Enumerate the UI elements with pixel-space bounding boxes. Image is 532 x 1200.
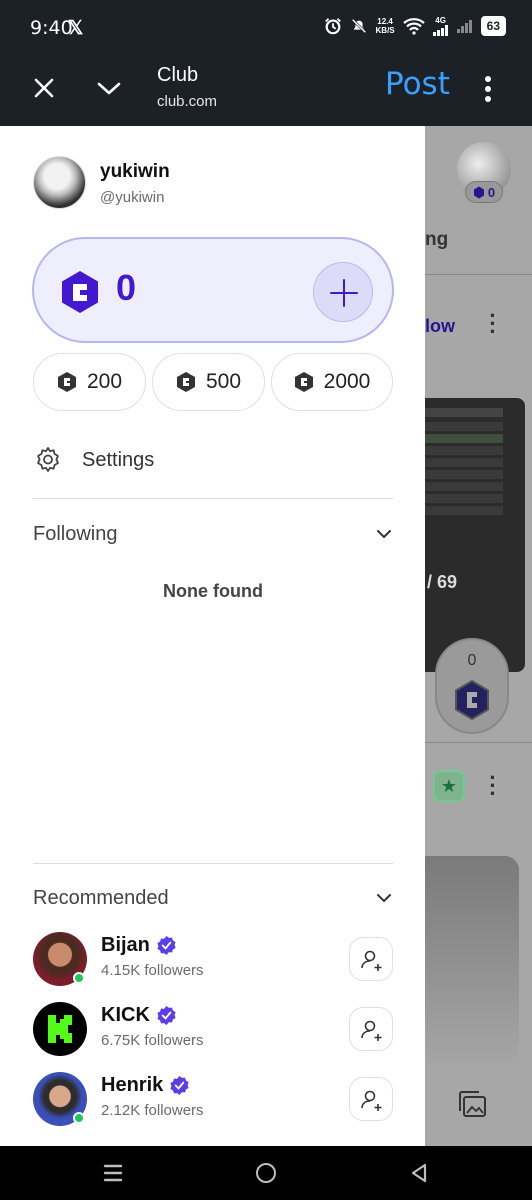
side-drawer: yukiwin @yukiwin 0 200 500 2000 Settings… <box>0 126 425 1146</box>
coin-icon <box>294 372 313 392</box>
bg-coin-badge: 0 <box>465 181 503 203</box>
chevron-down-icon[interactable] <box>95 74 123 102</box>
browser-toolbar: Club club.com Post <box>0 56 532 126</box>
kick-logo-icon <box>48 1015 72 1043</box>
bg-post-image <box>425 856 519 1066</box>
verified-badge-icon <box>157 935 176 956</box>
online-indicator <box>73 1112 85 1124</box>
more-options-icon[interactable] <box>480 74 496 104</box>
post-button[interactable]: Post <box>385 66 450 102</box>
signal-weak-icon <box>456 20 472 33</box>
follow-button[interactable] <box>349 1077 393 1121</box>
wifi-icon <box>402 18 425 35</box>
bg-divider <box>425 742 532 743</box>
bg-more-icon: · · · <box>489 765 497 806</box>
bg-video-thumbnail: / 69 <box>425 398 525 672</box>
add-user-icon <box>361 1090 382 1111</box>
settings-menu-item[interactable]: Settings <box>33 444 154 476</box>
coin-icon <box>57 372 76 392</box>
following-title: Following <box>33 522 118 545</box>
following-empty-state: None found <box>163 581 263 601</box>
status-time: 9:40 <box>30 17 73 39</box>
bg-star-icon: ★ <box>433 770 465 802</box>
avatar[interactable] <box>33 156 86 209</box>
bg-coin-pill: 0 <box>435 638 509 734</box>
coin-icon <box>62 271 98 313</box>
recommended-item[interactable]: KICK 6.75K followers <box>33 1002 393 1058</box>
verified-badge-icon <box>170 1075 189 1096</box>
signal-4g: 4G <box>432 16 449 36</box>
bg-divider <box>425 274 532 275</box>
battery-icon: 63 <box>480 16 506 36</box>
add-coins-button[interactable] <box>313 262 373 322</box>
recommended-item[interactable]: Henrik 2.12K followers <box>33 1072 393 1128</box>
recommended-section-header[interactable]: Recommended <box>33 883 393 913</box>
recommended-name[interactable]: Henrik <box>101 1074 190 1097</box>
profile-handle: @yukiwin <box>100 189 165 206</box>
bg-tab-partial: ng <box>425 229 449 250</box>
gallery-icon <box>459 1091 486 1117</box>
coin-icon <box>455 680 489 720</box>
network-speed: 12.4 KB/S <box>375 17 395 35</box>
signal-icon <box>432 24 448 36</box>
bg-follow-link: low <box>425 316 455 336</box>
coin-balance-amount: 0 <box>116 267 137 308</box>
recent-apps-icon[interactable] <box>102 1162 124 1184</box>
online-indicator <box>73 972 85 984</box>
coin-balance-card: 0 <box>32 237 394 343</box>
follow-button[interactable] <box>349 937 393 981</box>
close-icon[interactable] <box>30 74 58 102</box>
bg-score: / 69 <box>427 572 458 592</box>
divider <box>33 498 393 499</box>
chevron-down-icon <box>377 530 391 539</box>
coin-icon <box>176 372 195 392</box>
chevron-down-icon <box>377 894 391 903</box>
system-navigation-bar <box>0 1146 532 1200</box>
plus-icon <box>330 279 358 307</box>
site-url: club.com <box>157 93 218 110</box>
recommended-name[interactable]: KICK <box>101 1004 177 1027</box>
add-user-icon <box>361 1020 382 1041</box>
mute-icon <box>351 18 366 34</box>
alarm-icon <box>324 18 341 35</box>
verified-badge-icon <box>157 1005 176 1026</box>
settings-label: Settings <box>82 448 155 471</box>
buy-coins-500-button[interactable]: 500 <box>152 353 265 411</box>
follow-button[interactable] <box>349 1007 393 1051</box>
bg-more-icon: · · · <box>489 303 497 344</box>
recommended-item[interactable]: Bijan 4.15K followers <box>33 932 393 988</box>
follower-count: 4.15K followers <box>101 962 204 979</box>
home-icon[interactable] <box>256 1163 276 1183</box>
follower-count: 6.75K followers <box>101 1032 204 1049</box>
divider <box>33 863 393 864</box>
avatar[interactable] <box>33 1002 87 1056</box>
site-title: Club <box>157 64 199 86</box>
back-icon[interactable] <box>408 1162 430 1184</box>
profile-name[interactable]: yukiwin <box>100 161 170 183</box>
add-user-icon <box>361 950 382 971</box>
follower-count: 2.12K followers <box>101 1102 204 1119</box>
buy-coins-2000-button[interactable]: 2000 <box>271 353 393 411</box>
status-bar: 9:40 𝕏 12.4 KB/S 4G 63 <box>0 0 532 56</box>
following-section-header[interactable]: Following <box>33 519 393 549</box>
recommended-name[interactable]: Bijan <box>101 934 177 957</box>
coin-icon <box>473 186 484 198</box>
background-page-overlay[interactable]: 0 ng low · · · / 69 0 ★ · · · <box>425 126 532 1146</box>
system-icons: 12.4 KB/S 4G 63 <box>324 16 506 36</box>
x-logo-icon: 𝕏 <box>68 18 84 39</box>
buy-coins-200-button[interactable]: 200 <box>33 353 146 411</box>
gear-icon <box>37 447 59 472</box>
recommended-title: Recommended <box>33 886 169 909</box>
